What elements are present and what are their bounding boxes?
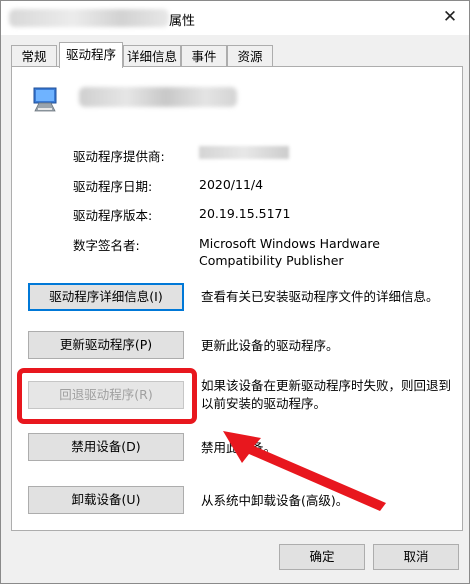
roll-back-description-line1: 如果该设备在更新驱动程序时失败，则回退到 xyxy=(201,378,452,393)
tab-resources[interactable]: 资源 xyxy=(227,45,273,66)
redacted-provider-value xyxy=(199,146,289,159)
update-driver-button[interactable]: 更新驱动程序(P) xyxy=(28,331,184,359)
redacted-device-title xyxy=(9,9,169,27)
signer-value-line1: Microsoft Windows Hardware xyxy=(199,236,380,251)
tab-driver[interactable]: 驱动程序 xyxy=(59,42,123,68)
window-title: 属性 xyxy=(169,14,196,29)
roll-back-driver-button[interactable]: 回退驱动程序(R) xyxy=(28,381,184,409)
roll-back-description-line2: 以前安装的驱动程序。 xyxy=(201,396,327,411)
redacted-device-name xyxy=(79,87,237,107)
date-label: 驱动程序日期: xyxy=(73,179,153,194)
monitor-device-icon xyxy=(33,87,57,112)
date-value: 2020/11/4 xyxy=(199,177,264,192)
ok-button[interactable]: 确定 xyxy=(279,544,365,570)
disable-device-description: 禁用此设备。 xyxy=(201,440,277,455)
tab-events[interactable]: 事件 xyxy=(181,45,227,66)
properties-dialog: 属性 ✕ 常规 驱动程序 详细信息 事件 资源 驱动程序提供商: 驱动程序日期:… xyxy=(0,0,470,584)
version-label: 驱动程序版本: xyxy=(73,208,153,223)
uninstall-device-button[interactable]: 卸载设备(U) xyxy=(28,486,184,514)
update-driver-description: 更新此设备的驱动程序。 xyxy=(201,338,339,353)
driver-details-button[interactable]: 驱动程序详细信息(I) xyxy=(28,283,184,311)
version-value: 20.19.15.5171 xyxy=(199,206,291,221)
close-icon[interactable]: ✕ xyxy=(437,5,463,29)
title-bar: 属性 ✕ xyxy=(1,1,469,35)
tab-details[interactable]: 详细信息 xyxy=(123,45,181,66)
tab-general[interactable]: 常规 xyxy=(11,45,57,66)
cancel-button[interactable]: 取消 xyxy=(373,544,459,570)
driver-details-description: 查看有关已安装驱动程序文件的详细信息。 xyxy=(201,289,439,304)
disable-device-button[interactable]: 禁用设备(D) xyxy=(28,433,184,461)
signer-value-line2: Compatibility Publisher xyxy=(199,253,344,268)
provider-label: 驱动程序提供商: xyxy=(73,149,165,164)
uninstall-device-description: 从系统中卸载设备(高级)。 xyxy=(201,493,349,508)
signer-label: 数字签名者: xyxy=(73,238,140,253)
